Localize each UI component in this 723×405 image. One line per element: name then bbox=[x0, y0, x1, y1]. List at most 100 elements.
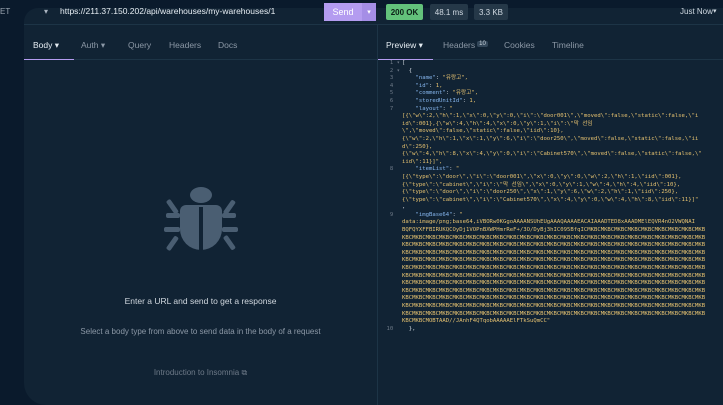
line-number bbox=[378, 204, 400, 212]
code-line: BQFQYXFFBIRUKQCOyDj1VOPnBXWPHmrReF+/3O/D… bbox=[402, 227, 706, 234]
line-number: 5 bbox=[389, 90, 400, 97]
line-number bbox=[378, 265, 400, 273]
code-line: "layout": " bbox=[415, 105, 453, 112]
caret-down-icon: ▾ bbox=[418, 40, 423, 50]
code-line: KBCMKBCMOBTAAD//JAnhF4QTqobAAAAAElFTkSuQ… bbox=[402, 318, 551, 325]
line-number bbox=[378, 280, 400, 288]
response-json-viewer[interactable]: 1 ▾ 2 ▾ 3 4 5 6 7 8 9 10 [ { "name": "유랑고"… bbox=[378, 60, 723, 405]
line-number bbox=[378, 295, 400, 303]
tab-timeline[interactable]: Timeline bbox=[552, 40, 584, 50]
line-number bbox=[378, 128, 400, 136]
line-number bbox=[378, 219, 400, 227]
caret-down-icon[interactable]: ▾ bbox=[713, 7, 717, 15]
code-lines: [ { "name": "유랑고", "id": 1, "comment": "… bbox=[402, 60, 723, 333]
line-number bbox=[378, 174, 400, 182]
line-number bbox=[378, 151, 400, 159]
line-number bbox=[378, 227, 400, 235]
line-number bbox=[378, 303, 400, 311]
send-button[interactable]: Send bbox=[324, 3, 362, 21]
code-line: KBCMKBCMKBCMKBCMKBCMKBCMKBCMKBCMKBCMKBCM… bbox=[402, 310, 706, 317]
line-number: 6 bbox=[389, 97, 400, 104]
line-number bbox=[378, 273, 400, 281]
empty-state-subtitle: Select a body type from above to send da… bbox=[80, 327, 321, 336]
line-number bbox=[378, 182, 400, 190]
line-number: 8 bbox=[389, 166, 400, 173]
line-number: 4 bbox=[389, 82, 400, 89]
tab-preview[interactable]: Preview ▾ bbox=[386, 40, 423, 51]
code-line: KBCMKBCMKBCMKBCMKBCMKBCMKBCMKBCMKBCMKBCM… bbox=[402, 287, 706, 294]
tab-docs[interactable]: Docs bbox=[218, 40, 237, 50]
line-number: 3 bbox=[389, 75, 400, 82]
line-number bbox=[378, 136, 400, 144]
code-line: {\"w\":4,\"h\":8,\"x\":4,\"y\":0,\"i\":\… bbox=[402, 151, 702, 158]
history-select[interactable]: Just Now bbox=[680, 7, 713, 16]
caret-down-icon: ▾ bbox=[100, 40, 106, 50]
code-line: id\":001},{\"w\":4,\"h\":4,\"x\":0,\"y\"… bbox=[402, 120, 593, 127]
code-line: KBCMKBCMKBCMKBCMKBCMKBCMKBCMKBCMKBCMKBCM… bbox=[402, 272, 706, 279]
method-select[interactable]: ET bbox=[0, 7, 10, 16]
line-number bbox=[378, 311, 400, 319]
code-line: "comment": "유랑고", bbox=[415, 90, 479, 97]
code-line: [{\"type\":\"door\",\"i\":\"door001\",\"… bbox=[402, 173, 682, 180]
code-line: "imgBase64": " bbox=[415, 211, 463, 218]
caret-down-icon: ▾ bbox=[54, 40, 60, 50]
code-line: "storedUnitId": 1, bbox=[415, 97, 477, 104]
empty-state-title: Enter a URL and send to get a response bbox=[124, 296, 277, 306]
line-number bbox=[378, 318, 400, 326]
code-line: "itemList": " bbox=[415, 166, 460, 173]
status-badge: 200 OK bbox=[386, 4, 423, 20]
line-number: 7 bbox=[389, 105, 400, 112]
tab-body[interactable]: Body ▾ bbox=[33, 40, 59, 51]
code-line: , bbox=[402, 204, 406, 211]
send-options-icon[interactable]: ▾ bbox=[362, 3, 376, 21]
line-number-gutter: 1 ▾ 2 ▾ 3 4 5 6 7 8 9 10 bbox=[378, 60, 400, 333]
line-number bbox=[378, 250, 400, 258]
line-number: 1 ▾ bbox=[389, 60, 400, 66]
line-number bbox=[378, 189, 400, 197]
tab-bar-border bbox=[24, 59, 377, 60]
code-line: "name": "유랑고", bbox=[415, 75, 468, 82]
code-line: KBCMKBCMKBCMKBCMKBCMKBCMKBCMKBCMKBCMKBCM… bbox=[402, 249, 706, 256]
active-tab-indicator bbox=[24, 59, 74, 60]
tab-headers[interactable]: Headers bbox=[169, 40, 201, 50]
code-line: data:image/png;base64,iVBORw0KGgoAAAANSU… bbox=[402, 219, 695, 226]
tab-query[interactable]: Query bbox=[128, 40, 151, 50]
line-number bbox=[378, 121, 400, 129]
code-line: [ bbox=[402, 60, 406, 66]
bug-icon bbox=[164, 187, 238, 251]
url-input[interactable]: https://211.37.150.202/api/warehouses/my… bbox=[60, 6, 275, 16]
line-number bbox=[378, 257, 400, 265]
line-number: 9 bbox=[389, 211, 400, 218]
line-number bbox=[378, 144, 400, 152]
code-line: \",\"moved\":false,\"static\":false,\"ii… bbox=[402, 128, 564, 135]
code-line: {\"w\":2,\"h\":1,\"x\":1,\"y\":6,\"i\":\… bbox=[402, 135, 699, 142]
line-number bbox=[378, 288, 400, 296]
code-line: d\":250}, bbox=[402, 143, 433, 150]
line-number: 2 ▾ bbox=[389, 67, 400, 74]
code-line: KBCMKBCMKBCMKBCMKBCMKBCMKBCMKBCMKBCMKBCM… bbox=[402, 295, 706, 302]
code-line: {\"type\":\"door\",\"i\":\"door250\",\"x… bbox=[402, 189, 679, 196]
code-line: {\"type\":\"cabinet\",\"i\":\"막 선임\",\"x… bbox=[402, 181, 681, 188]
code-line: KBCMKBCMKBCMKBCMKBCMKBCMKBCMKBCMKBCMKBCM… bbox=[402, 280, 706, 287]
code-line: KBCMKBCMKBCMKBCMKBCMKBCMKBCMKBCMKBCMKBCM… bbox=[402, 257, 706, 264]
line-number bbox=[378, 113, 400, 121]
size-badge: 3.3 KB bbox=[474, 4, 508, 20]
code-line: KBCMKBCMKBCMKBCMKBCMKBCMKBCMKBCMKBCMKBCM… bbox=[402, 265, 706, 272]
divider bbox=[24, 24, 723, 25]
time-badge: 48.1 ms bbox=[430, 4, 468, 20]
external-link-icon: ⧉ bbox=[241, 368, 248, 377]
intro-link[interactable]: Introduction to Insomnia ⧉ bbox=[24, 368, 377, 378]
tab-auth[interactable]: Auth ▾ bbox=[81, 40, 105, 51]
tab-cookies[interactable]: Cookies bbox=[504, 40, 535, 50]
tab-response-headers[interactable]: Headers 10 bbox=[443, 40, 488, 50]
line-number: 10 bbox=[386, 325, 400, 332]
code-line: iid\":11}]", bbox=[402, 158, 443, 165]
line-number bbox=[378, 159, 400, 167]
code-line: }, bbox=[402, 325, 416, 332]
line-number bbox=[378, 197, 400, 205]
chevron-down-icon[interactable]: ▾ bbox=[44, 7, 48, 16]
line-number bbox=[378, 242, 400, 250]
code-line: {\"type\":\"cabinet\",\"i\":\"Cabinet570… bbox=[402, 196, 699, 203]
code-line: KBCMKBCMKBCMKBCMKBCMKBCMKBCMKBCMKBCMKBCM… bbox=[402, 303, 706, 309]
headers-count-badge: 10 bbox=[477, 41, 488, 47]
